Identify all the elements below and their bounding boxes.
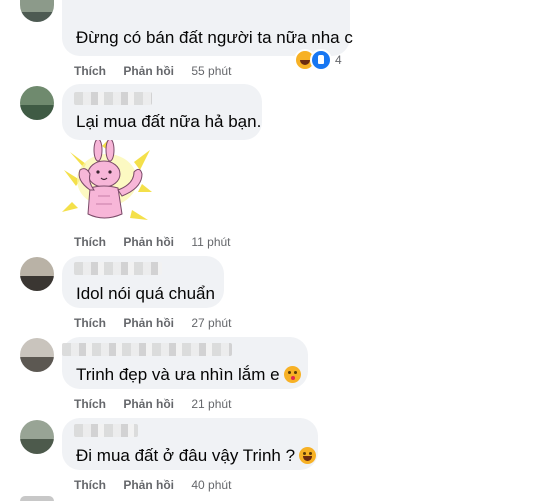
commenter-name-blurred[interactable] [74,424,138,437]
avatar[interactable] [20,86,54,120]
reaction-summary[interactable]: 4 [294,49,342,71]
comment-actions: Thích Phản hồi 21 phút [74,397,245,411]
comment-bubble: Đừng có bán đất người ta nữa nha c [62,0,353,56]
like-link[interactable]: Thích [74,235,106,249]
reply-link[interactable]: Phản hồi [123,478,174,492]
comment-actions: Thích Phản hồi 55 phút [74,64,245,78]
avatar[interactable] [20,0,54,22]
comment-text: Đừng có bán đất người ta nữa nha c [76,28,353,47]
like-link[interactable]: Thích [74,478,106,492]
avatar[interactable] [20,420,54,454]
commenter-name-blurred[interactable] [74,262,162,275]
like-link[interactable]: Thích [74,64,106,78]
kiss-face-icon [283,366,301,383]
commenter-name-blurred[interactable] [74,92,152,105]
comment-bubble: Lại mua đất nữa hả bạn. [62,84,262,140]
reply-link[interactable]: Phản hồi [123,316,174,330]
laughing-face-icon [299,447,317,464]
comment-text-value: Trinh đẹp và ưa nhìn lắm e [76,365,280,384]
avatar[interactable] [20,338,54,372]
avatar[interactable] [20,257,54,291]
like-icon [310,49,332,71]
comment-bubble: Đi mua đất ở đâu vậy Trinh ? [62,418,318,470]
timestamp[interactable]: 27 phút [191,316,231,330]
like-link[interactable]: Thích [74,316,106,330]
reply-link[interactable]: Phản hồi [123,64,174,78]
comment-bubble: Trinh đẹp và ưa nhìn lắm e [62,337,308,389]
next-comment-avatar-partial[interactable] [20,496,54,501]
reaction-count: 4 [335,53,342,67]
timestamp[interactable]: 55 phút [191,64,231,78]
comment-text-value: Đi mua đất ở đâu vậy Trinh ? [76,446,296,465]
comment-actions: Thích Phản hồi 40 phút [74,478,245,492]
like-link[interactable]: Thích [74,397,106,411]
comment-bubble: Idol nói quá chuẩn [62,256,224,308]
timestamp[interactable]: 40 phút [191,478,231,492]
timestamp[interactable]: 21 phút [191,397,231,411]
pink-bunny-muscle-sticker [62,140,152,220]
comment-actions: Thích Phản hồi 11 phút [74,235,245,249]
timestamp[interactable]: 11 phút [191,235,230,249]
commenter-name-blurred[interactable] [62,343,232,356]
reply-link[interactable]: Phản hồi [123,235,174,249]
reply-link[interactable]: Phản hồi [123,397,174,411]
comment-actions: Thích Phản hồi 27 phút [74,316,245,330]
